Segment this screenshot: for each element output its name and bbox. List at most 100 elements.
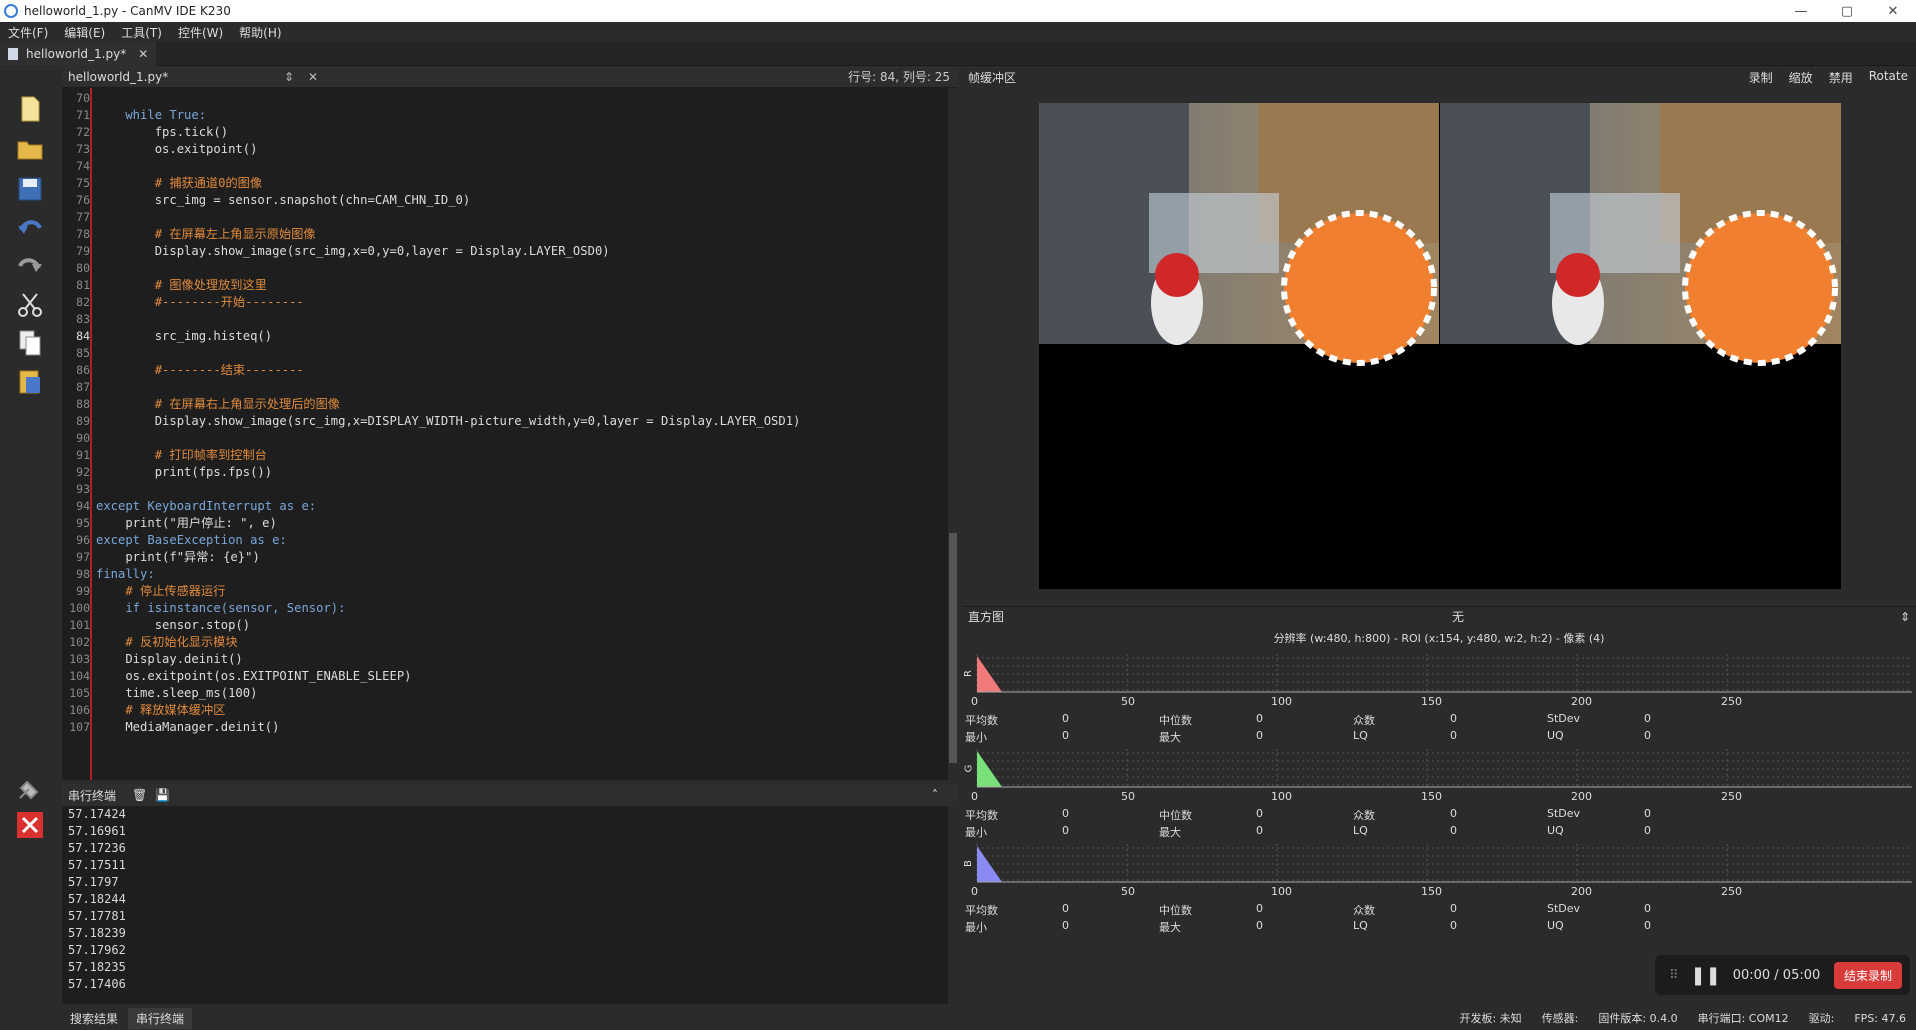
code-editor[interactable]: 70 71 while True: 72 fps.tick() 73 os.exitp…: [62, 88, 948, 780]
histogram-channel-b: B 0 50 100 150 200 250 平均数 0 中位数 0 众数 0 StDev 0 最小 0 最大 0 L…: [962, 838, 1916, 934]
menu-edit[interactable]: 编辑(E): [56, 24, 113, 41]
clear-terminal-icon[interactable]: 🗑: [132, 788, 147, 802]
framebuffer-view[interactable]: [962, 88, 1916, 606]
code-text: Display.deinit(): [96, 652, 243, 666]
stat-label: 众数: [1353, 714, 1375, 727]
stat-label: StDev: [1547, 712, 1581, 725]
line-number: 98: [76, 567, 90, 581]
code-text: fps.tick(): [96, 125, 229, 139]
stat-value: 0: [1062, 902, 1069, 915]
line-number: 99: [76, 584, 90, 598]
editor-scrollbar[interactable]: [948, 88, 958, 780]
tab-search-results[interactable]: 搜索结果: [62, 1008, 126, 1029]
status-serial-port: 串行端口: COM12: [1697, 1012, 1789, 1025]
close-button[interactable]: ✕: [1870, 4, 1916, 19]
line-number: 95: [76, 516, 90, 530]
close-file-icon[interactable]: ✕: [301, 70, 325, 84]
line-number: 103: [69, 652, 90, 666]
code-text: # 释放媒体缓冲区: [96, 703, 226, 717]
tick-label: 150: [1421, 885, 1442, 898]
framebuffer-title: 帧缓冲区: [968, 70, 1017, 85]
tick-label: 50: [1121, 695, 1135, 708]
pause-icon[interactable]: ❚❚: [1691, 965, 1721, 986]
maximize-button[interactable]: ▢: [1824, 4, 1870, 19]
line-number: 92: [76, 465, 90, 479]
zoom-button[interactable]: 缩放: [1781, 69, 1821, 86]
histogram-mode-chevron-icon[interactable]: ⇕: [1900, 610, 1910, 624]
tab-helloworld[interactable]: helloworld_1.py* ✕: [0, 41, 157, 66]
code-text: #--------结束--------: [96, 363, 304, 377]
minimize-button[interactable]: —: [1778, 4, 1824, 19]
stop-recording-button[interactable]: 结束录制: [1833, 961, 1902, 989]
file-switch-icon[interactable]: ⇕: [277, 70, 301, 84]
histogram-mode-select[interactable]: 无: [1452, 608, 1464, 625]
tick-label: 200: [1571, 695, 1592, 708]
rotate-button[interactable]: Rotate: [1861, 69, 1916, 86]
stop-icon[interactable]: [15, 810, 45, 840]
editor-scroll-thumb[interactable]: [949, 533, 957, 763]
ide-window: helloworld_1.py - CanMV IDE K230 — ▢ ✕ 文…: [0, 0, 1916, 1030]
line-number: 90: [76, 431, 90, 445]
tick-label: 0: [971, 790, 978, 803]
stat-label: LQ: [1353, 824, 1368, 837]
stat-label: 平均数: [965, 904, 998, 917]
code-text: # 停止传感器运行: [96, 584, 226, 598]
terminal-line: 57.17236: [68, 841, 126, 855]
tick-label: 250: [1721, 885, 1742, 898]
terminal-header: 串行终端 🗑 💾 ˄: [62, 784, 958, 806]
menu-widgets[interactable]: 控件(W): [170, 24, 231, 41]
open-folder-icon[interactable]: [15, 134, 45, 164]
cut-icon[interactable]: [15, 290, 45, 320]
stat-value: 0: [1644, 919, 1651, 932]
editor-file-name[interactable]: helloworld_1.py*: [62, 70, 277, 84]
stat-label: LQ: [1353, 919, 1368, 932]
status-sensor: 传感器:: [1541, 1012, 1579, 1025]
stat-value: 0: [1062, 824, 1069, 837]
copy-icon[interactable]: [15, 328, 45, 358]
stat-value: 0: [1450, 729, 1457, 742]
code-text: # 在屏幕右上角显示处理后的图像: [96, 397, 340, 411]
line-number: 80: [76, 261, 90, 275]
tick-label: 100: [1271, 885, 1292, 898]
collapse-terminal-icon[interactable]: ˄: [932, 788, 958, 802]
undo-icon[interactable]: [15, 214, 45, 244]
close-tab-icon[interactable]: ✕: [138, 47, 148, 61]
stat-value: 0: [1256, 729, 1263, 742]
new-file-icon[interactable]: [15, 94, 45, 124]
code-text: os.exitpoint(os.EXITPOINT_ENABLE_SLEEP): [96, 669, 412, 683]
menu-help[interactable]: 帮助(H): [231, 24, 289, 41]
line-number: 83: [76, 312, 90, 326]
redo-icon[interactable]: [15, 252, 45, 282]
serial-terminal[interactable]: 57.17424 57.16961 57.17236 57.17511 57.1797 5…: [62, 806, 948, 1004]
line-number: 106: [69, 703, 90, 717]
line-number: 89: [76, 414, 90, 428]
save-icon[interactable]: [15, 174, 45, 204]
stat-value: 0: [1450, 824, 1457, 837]
line-number: 81: [76, 278, 90, 292]
paste-icon[interactable]: [15, 366, 45, 396]
histogram-header: 直方图 无 ⇕: [962, 606, 1916, 626]
terminal-line: 57.17962: [68, 943, 126, 957]
left-toolbar: [0, 66, 62, 1030]
menu-bar: 文件(F) 编辑(E) 工具(T) 控件(W) 帮助(H): [0, 22, 1916, 42]
menu-file[interactable]: 文件(F): [0, 24, 56, 41]
histogram-plot: [976, 844, 1912, 883]
recording-time: 00:00 / 05:00: [1732, 967, 1821, 983]
camera-image-processed: [1440, 103, 1841, 366]
line-number: 94: [76, 499, 90, 513]
stat-label: 最大: [1159, 921, 1181, 934]
line-number: 79: [76, 244, 90, 258]
menu-tools[interactable]: 工具(T): [113, 24, 170, 41]
code-text: print("用户停止: ", e): [96, 516, 277, 530]
connect-icon[interactable]: [15, 774, 45, 804]
stat-label: LQ: [1353, 729, 1368, 742]
record-button[interactable]: 录制: [1741, 69, 1781, 86]
drag-handle-icon[interactable]: ⠿: [1669, 968, 1679, 983]
tab-serial-terminal[interactable]: 串行终端: [128, 1007, 193, 1029]
tick-label: 200: [1571, 790, 1592, 803]
editor-header: helloworld_1.py* ⇕ ✕ 行号: 84, 列号: 25: [62, 66, 958, 88]
disable-button[interactable]: 禁用: [1821, 69, 1861, 86]
line-number: 107: [69, 720, 90, 734]
save-terminal-icon[interactable]: 💾: [155, 788, 170, 802]
code-text: # 捕获通道0的图像: [96, 176, 263, 190]
